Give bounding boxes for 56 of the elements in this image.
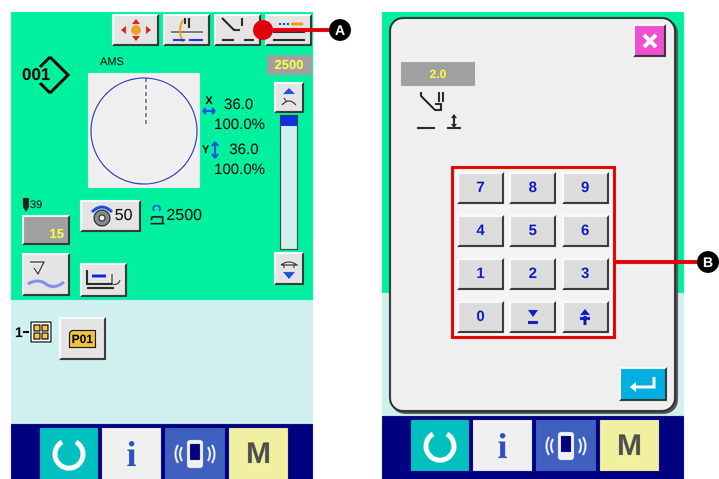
speed-down-button[interactable] bbox=[274, 252, 304, 285]
folder-label: P01 bbox=[68, 330, 96, 348]
keypad-key[interactable]: 0 bbox=[457, 301, 504, 333]
close-button[interactable] bbox=[633, 24, 666, 57]
value-display: 2.0 bbox=[401, 62, 475, 86]
keypad-key[interactable] bbox=[562, 301, 609, 333]
folder-grid-icon bbox=[22, 320, 53, 344]
keypad-key[interactable]: 4 bbox=[457, 215, 504, 247]
callout-label: B bbox=[697, 251, 719, 273]
y-size-value: 36.0 bbox=[229, 140, 259, 160]
keypad-key[interactable]: 8 bbox=[509, 172, 556, 204]
y-axis-icon bbox=[210, 141, 220, 159]
speed-up-button[interactable] bbox=[274, 82, 304, 113]
minus-arrow-icon bbox=[526, 309, 539, 325]
keypad-key[interactable]: 9 bbox=[562, 172, 609, 204]
needle-thread-value: 39 bbox=[30, 198, 42, 212]
pattern-name: AMS bbox=[100, 56, 124, 68]
keypad-key[interactable]: 6 bbox=[562, 215, 609, 247]
y-axis-letter: Y bbox=[202, 143, 210, 158]
close-icon bbox=[642, 32, 658, 48]
counter-button[interactable]: 50 bbox=[80, 200, 142, 232]
x-axis-letter: X bbox=[205, 96, 213, 106]
keypad-key[interactable]: 3 bbox=[562, 258, 609, 290]
keypad-key[interactable]: 7 bbox=[457, 172, 504, 204]
plus-arrow-icon bbox=[579, 308, 592, 326]
wave-button[interactable] bbox=[22, 253, 70, 296]
max-speed-value: 2500 bbox=[266, 55, 312, 75]
communication-button[interactable] bbox=[536, 420, 596, 471]
toolbar-button[interactable] bbox=[112, 14, 159, 46]
enter-icon bbox=[628, 375, 658, 393]
callout-label: A bbox=[329, 19, 351, 41]
keypad-key[interactable] bbox=[509, 301, 556, 333]
mode-button[interactable]: M bbox=[600, 420, 659, 471]
communication-button[interactable] bbox=[165, 428, 225, 479]
toolbar-button[interactable] bbox=[163, 14, 210, 46]
enter-button[interactable] bbox=[619, 367, 667, 401]
keypad-key[interactable]: 5 bbox=[509, 215, 556, 247]
production-count: 2500 bbox=[166, 206, 202, 226]
folder-number: 1 bbox=[15, 322, 23, 342]
folder-button[interactable]: P01 bbox=[58, 317, 106, 360]
x-size-value: 36.0 bbox=[224, 95, 254, 115]
keypad-key[interactable]: 1 bbox=[457, 258, 504, 290]
mode-button[interactable]: M bbox=[229, 428, 288, 479]
x-scale-percent: 100.0% bbox=[214, 115, 265, 135]
info-button[interactable]: i bbox=[102, 428, 161, 479]
rotation-icon bbox=[88, 204, 115, 228]
speed-slider-thumb[interactable] bbox=[281, 116, 297, 126]
y-scale-percent: 100.0% bbox=[214, 160, 265, 180]
keypad-key[interactable]: 2 bbox=[509, 258, 556, 290]
x-axis-icon bbox=[202, 106, 216, 114]
presser-height-icon bbox=[415, 90, 463, 130]
move-arrows-icon bbox=[118, 18, 152, 42]
manual-feed-button[interactable] bbox=[80, 263, 127, 297]
pattern-number: 001 bbox=[22, 66, 50, 83]
info-button[interactable]: i bbox=[473, 420, 532, 471]
needle-icon bbox=[22, 196, 30, 213]
